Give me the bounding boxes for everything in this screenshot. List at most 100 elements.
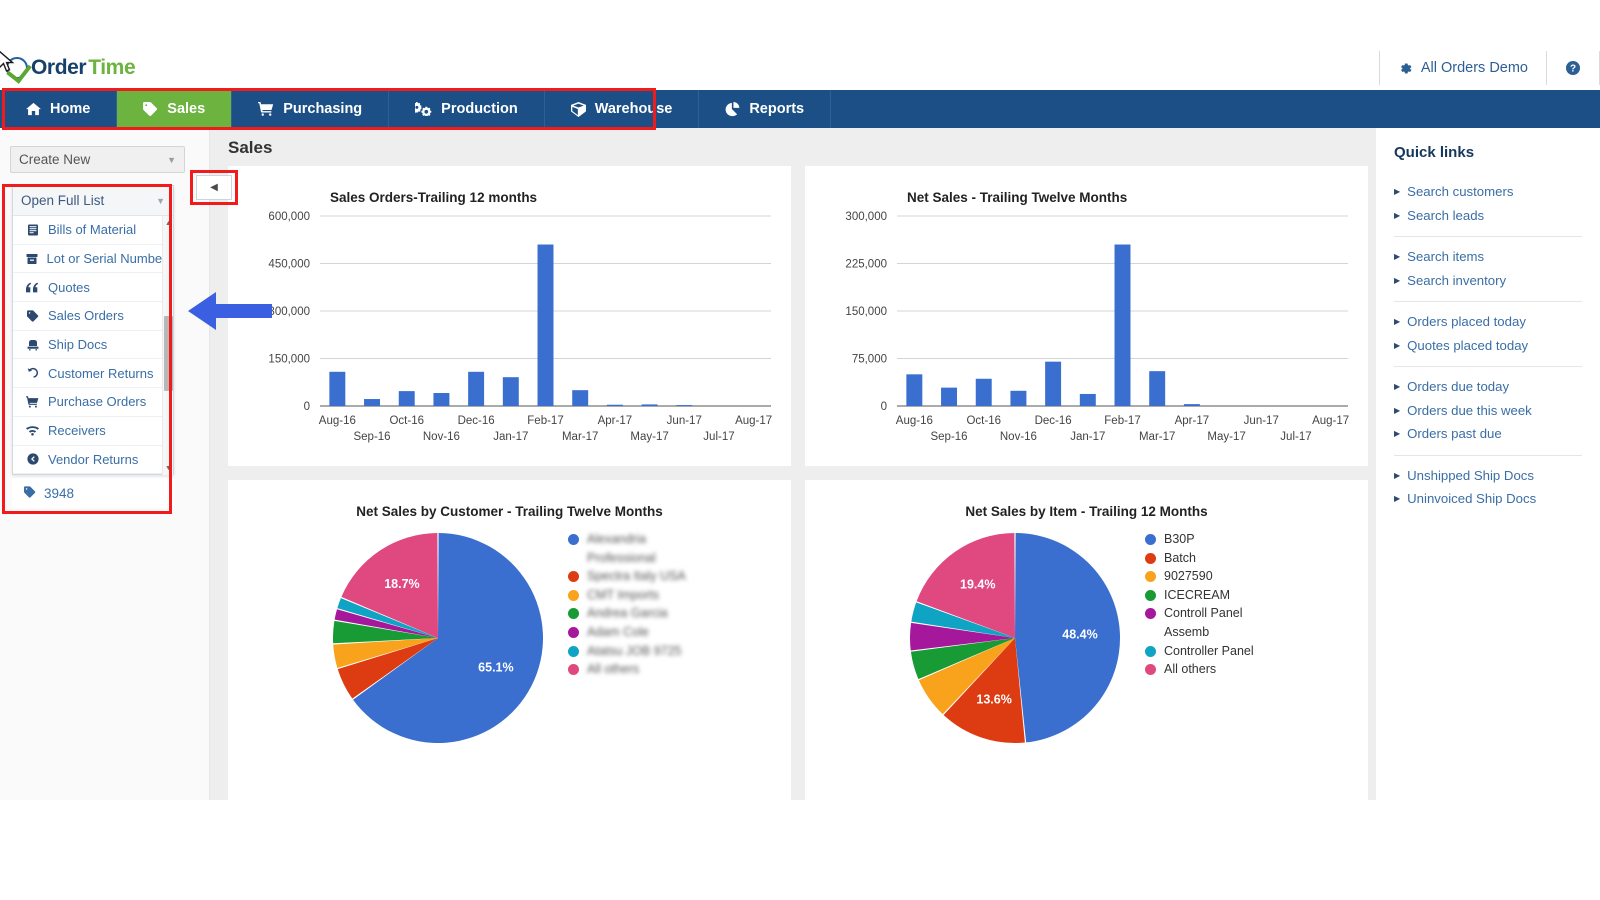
quick-link-search-items[interactable]: ▶ Search items <box>1394 245 1582 269</box>
chevron-down-icon: ▼ <box>167 154 176 165</box>
legend-color-swatch <box>568 626 579 638</box>
svg-text:225,000: 225,000 <box>845 259 887 271</box>
nav-item-reports[interactable]: Reports <box>699 90 832 128</box>
legend-color-swatch <box>568 664 579 676</box>
help-button[interactable]: ? <box>1547 51 1599 85</box>
quick-links-group: ▶ Search customers ▶ Search leads <box>1394 172 1582 237</box>
legend-label: Andrea Garcia <box>587 606 668 621</box>
svg-text:150,000: 150,000 <box>268 354 310 366</box>
open-full-list-scroll-area: Bills of Material Lot or Serial Numbers … <box>13 216 173 475</box>
legend-color-swatch <box>568 571 579 583</box>
legend-label: Atatsu JOB 9725 <box>587 643 682 658</box>
card-net-sales-by-customer: Net Sales by Customer - Trailing Twelve … <box>228 480 791 802</box>
nav-item-home[interactable]: Home <box>0 90 118 128</box>
home-icon <box>26 102 41 116</box>
svg-text:65.1%: 65.1% <box>478 661 513 675</box>
quick-links-group: ▶ Search items ▶ Search inventory <box>1394 237 1582 302</box>
svg-text:600,000: 600,000 <box>268 211 310 223</box>
sidebar-collapse-button[interactable]: ◀ <box>196 175 232 200</box>
quick-link-label: Search inventory <box>1407 272 1507 288</box>
quick-link-orders-placed-today[interactable]: ▶ Orders placed today <box>1394 310 1582 334</box>
quick-link-orders-due-this-week[interactable]: ▶ Orders due this week <box>1394 399 1582 423</box>
quick-link-unshipped-ship-docs[interactable]: ▶ Unshipped Ship Docs <box>1394 464 1582 488</box>
legend-item[interactable]: 9027590 <box>1145 567 1254 586</box>
nav-item-sales[interactable]: Sales <box>117 90 233 128</box>
svg-text:Dec-16: Dec-16 <box>458 415 495 427</box>
bullet-triangle-icon: ▶ <box>1394 429 1401 438</box>
svg-text:Jul-17: Jul-17 <box>703 431 734 443</box>
nav-label-home: Home <box>50 101 91 117</box>
sidebar-item-ship-docs[interactable]: Ship Docs <box>13 331 173 360</box>
svg-text:18.7%: 18.7% <box>384 577 419 591</box>
legend-item[interactable]: CMT Imports <box>568 586 686 605</box>
legend-color-swatch <box>1145 534 1156 545</box>
main-content: Sales Sales Orders-Trailing 12 months 0 1… <box>210 128 1376 802</box>
undo-icon <box>25 367 40 379</box>
svg-text:Aug-17: Aug-17 <box>735 415 772 427</box>
chart-title-net-sales: Net Sales - Trailing Twelve Months <box>907 190 1128 205</box>
scrollbar-thumb[interactable] <box>164 316 173 391</box>
legend-item[interactable]: Spectra Italy USA <box>568 567 686 586</box>
sidebar-item-sales-orders[interactable]: Sales Orders <box>13 302 173 331</box>
sidebar-item-purchase-orders[interactable]: Purchase Orders <box>13 388 173 417</box>
nav-item-purchasing[interactable]: Purchasing <box>232 90 390 128</box>
svg-text:Mar-17: Mar-17 <box>1139 431 1175 443</box>
sidebar-footer-item[interactable]: 3948 <box>12 478 174 508</box>
sidebar-item-label: Sales Orders <box>48 308 124 324</box>
open-full-list-header[interactable]: Open Full List ▼ <box>13 186 173 216</box>
bullet-triangle-icon: ▶ <box>1394 340 1401 350</box>
svg-text:Feb-17: Feb-17 <box>1104 415 1140 427</box>
quick-link-label: Orders due this week <box>1407 402 1532 418</box>
quick-link-orders-past-due[interactable]: ▶ Orders past due <box>1394 422 1582 446</box>
quick-link-quotes-placed-today[interactable]: ▶ Quotes placed today <box>1394 334 1582 358</box>
sidebar-item-bills-of-material[interactable]: Bills of Material <box>13 216 173 245</box>
quick-link-uninvoiced-ship-docs[interactable]: ▶ Uninvoiced Ship Docs <box>1394 487 1582 511</box>
legend-item[interactable]: B30P <box>1145 530 1254 549</box>
legend-color-swatch <box>568 608 579 620</box>
sidebar-item-receivers[interactable]: Receivers <box>13 417 173 446</box>
chart-sales-orders-trailing-12-months: 0 150,000 300,000 450,000 600,000 Aug-16 Sep-1… <box>268 211 772 443</box>
legend-item[interactable]: Atatsu JOB 9725 <box>568 642 686 661</box>
svg-text:Aug-16: Aug-16 <box>319 415 356 427</box>
legend-item[interactable]: All others <box>568 660 686 679</box>
bullet-triangle-icon: ▶ <box>1394 494 1401 503</box>
sidebar-item-lot-or-serial-numbers[interactable]: Lot or Serial Numbers <box>13 245 173 274</box>
sidebar-item-label: Ship Docs <box>48 337 108 353</box>
account-name-label: All Orders Demo <box>1420 60 1528 76</box>
sidebar-item-vendor-returns[interactable]: Vendor Returns <box>13 446 173 475</box>
quick-links-group: ▶ Unshipped Ship Docs ▶ Uninvoiced Ship Doc… <box>1394 456 1582 520</box>
legend-item[interactable]: Batch <box>1145 549 1254 568</box>
scroll-down-icon[interactable]: ▼ <box>163 462 173 474</box>
quick-link-search-leads[interactable]: ▶ Search leads <box>1394 204 1582 228</box>
legend-color-swatch <box>1145 608 1156 620</box>
legend-item[interactable]: Andrea Garcia <box>568 604 686 623</box>
svg-text:0: 0 <box>304 401 310 413</box>
legend-label: ICECREAM <box>1164 587 1230 602</box>
svg-text:Feb-17: Feb-17 <box>527 415 563 427</box>
quick-link-search-inventory[interactable]: ▶ Search inventory <box>1394 269 1582 293</box>
app-logo[interactable]: Order Time <box>6 56 136 80</box>
legend-item[interactable]: All others <box>1145 660 1254 679</box>
quick-links-title: Quick links <box>1394 144 1475 161</box>
sidebar-item-quotes[interactable]: Quotes <box>13 273 173 303</box>
svg-text:Jun-17: Jun-17 <box>1244 415 1279 427</box>
legend-color-swatch <box>568 645 579 657</box>
scroll-up-icon[interactable]: ▲ <box>163 217 173 229</box>
legend-item[interactable]: Controller Panel <box>1145 642 1254 661</box>
quick-links-group: ▶ Orders due today ▶ Orders due this week ▶ O… <box>1394 367 1582 456</box>
quick-link-search-customers[interactable]: ▶ Search customers <box>1394 180 1582 204</box>
nav-item-production[interactable]: Production <box>389 90 545 128</box>
box-icon <box>570 101 586 117</box>
nav-item-warehouse[interactable]: Warehouse <box>545 90 700 128</box>
quick-link-orders-due-today[interactable]: ▶ Orders due today <box>1394 375 1582 399</box>
legend-item[interactable]: Controll Panel Assemb <box>1145 604 1254 641</box>
create-new-dropdown[interactable]: Create New ▼ <box>10 146 185 173</box>
svg-text:?: ? <box>1570 64 1576 75</box>
gears-icon <box>415 102 432 116</box>
sidebar-item-customer-returns[interactable]: Customer Returns <box>13 359 173 389</box>
account-menu-button[interactable]: All Orders Demo <box>1380 51 1546 85</box>
legend-item[interactable]: Adam Cole <box>568 623 686 642</box>
sidebar-list-scrollbar[interactable]: ▲ ▼ <box>162 216 173 475</box>
legend-item[interactable]: Alexandria Professional <box>568 530 686 567</box>
legend-item[interactable]: ICECREAM <box>1145 586 1254 605</box>
